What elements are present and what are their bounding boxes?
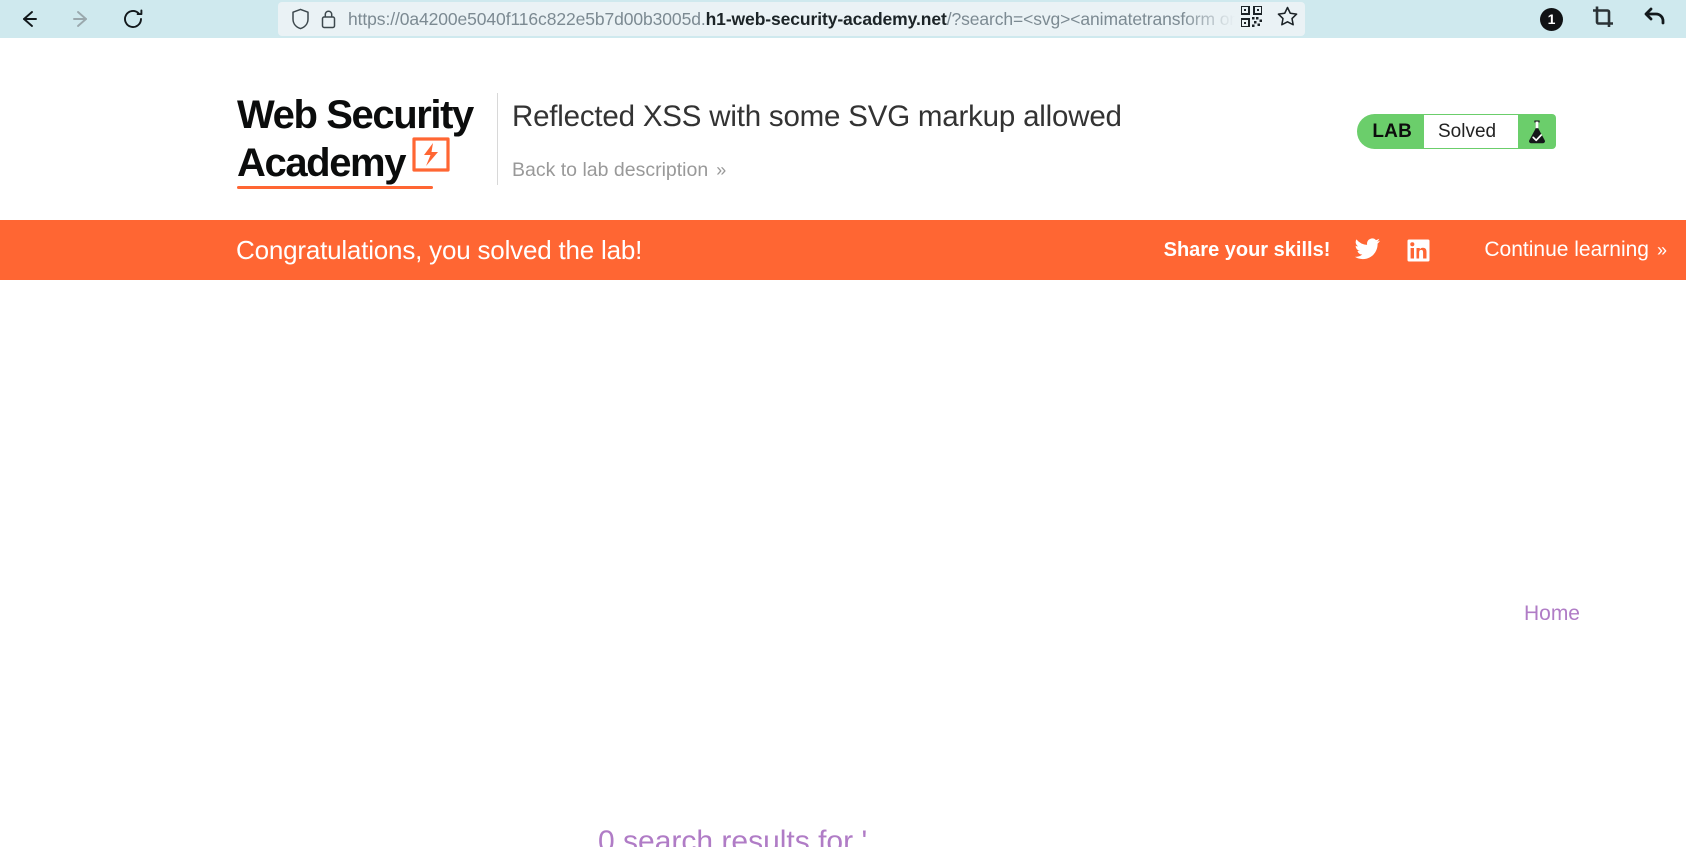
chevron-right-icon: » <box>716 160 726 180</box>
arrow-right-icon <box>73 11 87 27</box>
crop-icon[interactable] <box>1591 5 1615 34</box>
banner-actions: Share your skills! Continue learning » <box>1163 238 1667 262</box>
site-logo[interactable]: Web Security Academy <box>237 93 485 189</box>
home-link[interactable]: Home <box>1524 602 1580 626</box>
continue-learning-label: Continue learning <box>1484 238 1649 261</box>
browser-nav-buttons <box>0 4 148 34</box>
page-body: Web Security Academy Reflected XSS with … <box>0 38 1686 847</box>
shield-icon[interactable] <box>286 8 314 30</box>
status-badge-state: Solved <box>1424 114 1518 149</box>
lock-icon[interactable] <box>314 8 342 30</box>
header-divider <box>497 93 498 185</box>
chevron-right-icon: » <box>1656 239 1667 260</box>
undo-arrow-icon[interactable] <box>1643 4 1668 34</box>
url-subdomain: 0a4200e5040f116c822e5b7d00b3005d. <box>399 8 706 29</box>
logo-line-2-text: Academy <box>237 141 406 186</box>
status-badge-tag: LAB <box>1357 114 1424 149</box>
reload-button[interactable] <box>118 4 148 34</box>
search-results-heading: 0 search results for ' <box>598 825 868 847</box>
star-icon[interactable] <box>1276 5 1299 33</box>
url-scheme: https:// <box>348 8 400 29</box>
academy-header: Web Security Academy Reflected XSS with … <box>0 38 1686 220</box>
reload-icon <box>124 9 143 28</box>
arrow-left-icon <box>23 11 37 27</box>
twitter-icon[interactable] <box>1354 238 1381 262</box>
continue-learning-link[interactable]: Continue learning » <box>1484 238 1667 262</box>
url-bar-actions <box>1235 5 1299 33</box>
url-bar[interactable]: https://0a4200e5040f116c822e5b7d00b3005d… <box>278 2 1305 36</box>
url-host: h1-web-security-academy.net <box>705 8 947 29</box>
logo-line-1: Web Security <box>237 93 474 137</box>
banner-message: Congratulations, you solved the lab! <box>236 234 643 265</box>
share-label: Share your skills! <box>1163 238 1331 261</box>
url-text[interactable]: https://0a4200e5040f116c822e5b7d00b3005d… <box>342 9 1235 30</box>
browser-extension-actions: 1 <box>1540 0 1668 38</box>
logo-line-2: Academy <box>237 134 485 186</box>
main-content: Home 0 search results for ' Search < Bac… <box>0 280 1686 847</box>
back-button[interactable] <box>14 4 44 34</box>
lightning-bolt-icon <box>411 134 451 180</box>
linkedin-icon[interactable] <box>1407 239 1430 262</box>
status-badge[interactable]: LAB Solved <box>1357 114 1556 149</box>
back-to-lab-description-link[interactable]: Back to lab description » <box>512 159 726 182</box>
qr-code-icon[interactable] <box>1240 5 1263 32</box>
back-to-lab-description-label: Back to lab description <box>512 159 709 181</box>
page-title: Reflected XSS with some SVG markup allow… <box>512 100 1122 133</box>
url-path: /?search=<svg><animatetransform onbe <box>946 8 1235 29</box>
browser-toolbar: https://0a4200e5040f116c822e5b7d00b3005d… <box>0 0 1686 38</box>
solved-banner: Congratulations, you solved the lab! Sha… <box>0 220 1686 280</box>
logo-underline <box>237 185 433 189</box>
notification-badge[interactable]: 1 <box>1540 7 1563 31</box>
forward-button[interactable] <box>66 4 96 34</box>
flask-check-icon <box>1518 114 1556 149</box>
